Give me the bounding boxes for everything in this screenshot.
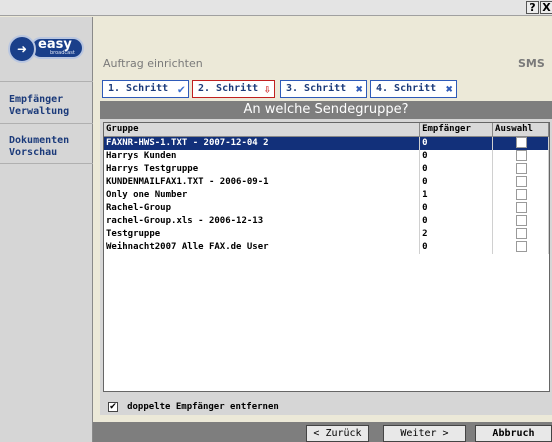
recipient-count-cell: 0 — [419, 176, 494, 189]
table-header-row: Gruppe Empfänger Auswahl — [104, 123, 549, 137]
x-icon: ✖ — [445, 82, 453, 96]
table-row[interactable]: rachel-Group.xls - 2006-12-13 0 — [104, 215, 549, 228]
group-name-cell: rachel-Group.xls - 2006-12-13 — [104, 215, 421, 228]
step-2-tab[interactable]: 2. Schritt ⇩ — [192, 80, 275, 98]
table-row[interactable]: Only one Number 1 — [104, 189, 549, 202]
table-row[interactable]: Weihnacht2007 Alle FAX.de User 0 — [104, 241, 549, 254]
group-name-cell: Testgruppe — [104, 228, 421, 241]
step-label: 3. Schritt — [286, 83, 347, 94]
x-icon: ✖ — [355, 82, 363, 96]
recipient-count-cell: 0 — [419, 136, 494, 150]
step-label: 4. Schritt — [376, 83, 437, 94]
title-bar: ? X — [0, 0, 552, 16]
table-row[interactable]: KUNDENMAILFAX1.TXT - 2006-09-1 0 — [104, 176, 549, 189]
table-row[interactable]: Harrys Testgruppe 0 — [104, 163, 549, 176]
group-table-container: Gruppe Empfänger Auswahl FAXNR-HWS-1.TXT… — [103, 122, 550, 392]
recipient-count-cell: 0 — [419, 202, 494, 215]
close-button[interactable]: X — [540, 1, 552, 14]
recipient-count-cell: 1 — [419, 189, 494, 202]
table-row[interactable]: Harrys Kunden 0 — [104, 150, 549, 163]
group-name-cell: KUNDENMAILFAX1.TXT - 2006-09-1 — [104, 176, 421, 189]
step-1-tab[interactable]: 1. Schritt ✔ — [102, 80, 189, 98]
select-checkbox[interactable] — [516, 241, 528, 252]
step-label: 2. Schritt — [198, 83, 259, 94]
sidebar-item-empfaenger-verwaltung[interactable]: Empfänger Verwaltung — [9, 94, 69, 118]
content-panel: Gruppe Empfänger Auswahl FAXNR-HWS-1.TXT… — [100, 119, 552, 415]
select-checkbox[interactable] — [516, 150, 528, 161]
sidebar-item-label: Empfänger — [9, 94, 64, 105]
play-arrow-icon: ➜ — [17, 42, 28, 56]
step-4-tab[interactable]: 4. Schritt ✖ — [370, 80, 457, 98]
recipient-count-cell: 0 — [419, 150, 494, 163]
recipient-count-cell: 0 — [419, 215, 494, 228]
select-checkbox[interactable] — [516, 202, 528, 213]
column-header-empfaenger[interactable]: Empfänger — [419, 123, 494, 137]
remove-duplicates-checkbox[interactable]: ✔ — [108, 401, 118, 412]
check-icon: ✔ — [177, 82, 185, 96]
sidebar-item-label: Dokumenten — [9, 135, 70, 146]
group-name-cell: Rachel-Group — [104, 202, 421, 215]
sidebar-item-label: Verwaltung — [9, 106, 70, 117]
select-checkbox[interactable] — [516, 228, 528, 239]
select-checkbox[interactable] — [516, 215, 528, 226]
remove-duplicates-option[interactable]: ✔ doppelte Empfänger entfernen — [108, 396, 279, 415]
recipient-count-cell: 2 — [419, 228, 494, 241]
step-label: 1. Schritt — [108, 83, 169, 94]
logo-subtext: broadcast — [50, 50, 75, 56]
arrow-down-icon: ⇩ — [263, 82, 271, 96]
recipient-count-cell: 0 — [419, 241, 494, 254]
select-checkbox[interactable] — [516, 176, 528, 187]
remove-duplicates-label: doppelte Empfänger entfernen — [127, 401, 279, 412]
group-table: Gruppe Empfänger Auswahl FAXNR-HWS-1.TXT… — [104, 123, 549, 254]
sidebar-divider — [0, 81, 93, 82]
select-checkbox[interactable] — [516, 163, 528, 174]
group-name-cell: Harrys Testgruppe — [104, 163, 421, 176]
table-row[interactable]: FAXNR-HWS-1.TXT - 2007-12-04 2 0 — [104, 136, 549, 150]
sms-label: SMS — [518, 57, 545, 70]
easy-logo: ➜ easy broadcast — [8, 31, 84, 65]
back-button[interactable]: < Zurück — [306, 425, 369, 442]
recipient-count-cell: 0 — [419, 163, 494, 176]
app-window: ? X ➜ easy broadcast Empfänger Verwaltun… — [0, 0, 552, 442]
select-checkbox[interactable] — [516, 189, 528, 200]
sidebar-item-dokumenten-vorschau[interactable]: Dokumenten Vorschau — [9, 135, 69, 159]
question-heading: An welche Sendegruppe? — [100, 101, 552, 119]
next-button[interactable]: Weiter > — [383, 425, 466, 442]
table-row[interactable]: Rachel-Group 0 — [104, 202, 549, 215]
group-name-cell: FAXNR-HWS-1.TXT - 2007-12-04 2 — [104, 136, 421, 150]
group-name-cell: Weihnacht2007 Alle FAX.de User — [104, 241, 421, 254]
help-button[interactable]: ? — [526, 1, 539, 14]
group-name-cell: Harrys Kunden — [104, 150, 421, 163]
cancel-button[interactable]: Abbruch — [475, 425, 552, 442]
sidebar-divider — [0, 123, 93, 124]
page-title: Auftrag einrichten — [103, 57, 203, 70]
sidebar-divider — [0, 163, 93, 164]
select-checkbox[interactable] — [516, 136, 528, 148]
table-row[interactable]: Testgruppe 2 — [104, 228, 549, 241]
step-3-tab[interactable]: 3. Schritt ✖ — [280, 80, 367, 98]
sidebar: ➜ easy broadcast Empfänger Verwaltung Do… — [0, 17, 93, 442]
column-header-auswahl[interactable]: Auswahl — [492, 123, 549, 137]
column-header-gruppe[interactable]: Gruppe — [104, 123, 421, 137]
group-name-cell: Only one Number — [104, 189, 421, 202]
sidebar-item-label: Vorschau — [9, 147, 58, 158]
